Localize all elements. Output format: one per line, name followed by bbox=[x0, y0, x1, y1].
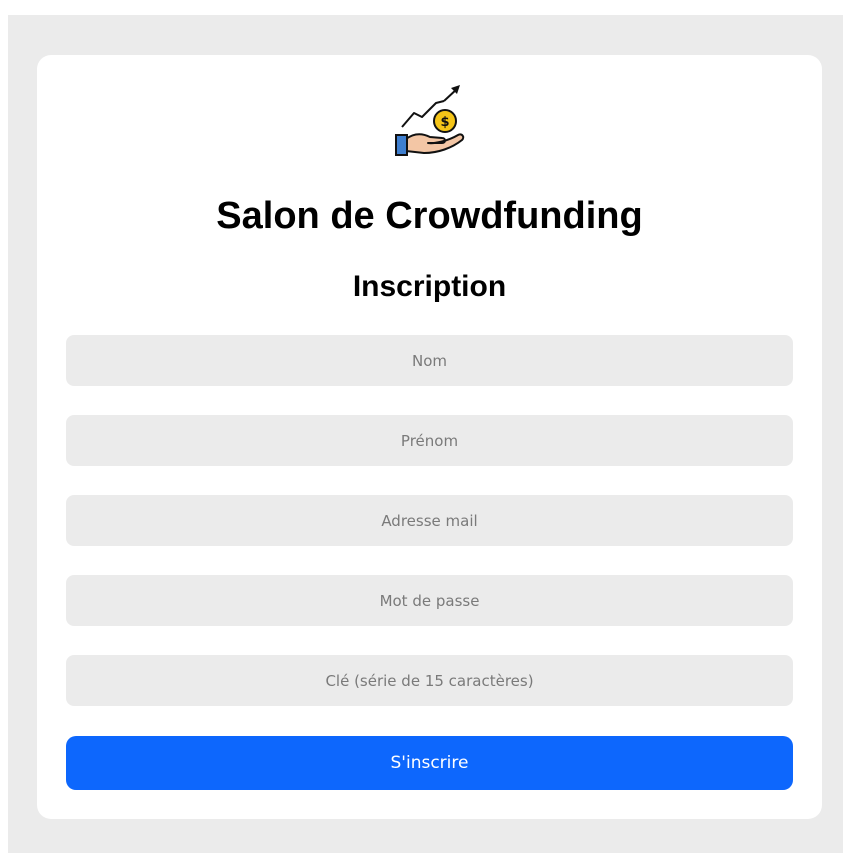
key-input[interactable] bbox=[66, 655, 793, 706]
form-heading: Inscription bbox=[352, 270, 507, 303]
svg-text:$: $ bbox=[440, 115, 449, 130]
hand-coin-growth-icon: $ bbox=[395, 85, 465, 156]
register-button[interactable]: S'inscrire bbox=[66, 736, 793, 790]
last-name-input[interactable] bbox=[66, 335, 793, 386]
email-input[interactable] bbox=[66, 495, 793, 546]
password-input[interactable] bbox=[66, 575, 793, 626]
registration-card: $ Salon de Crowdfunding Inscription S'in… bbox=[37, 55, 822, 819]
page-title: Salon de Crowdfunding bbox=[216, 195, 643, 237]
first-name-input[interactable] bbox=[66, 415, 793, 466]
page-background: $ Salon de Crowdfunding Inscription S'in… bbox=[8, 15, 843, 853]
